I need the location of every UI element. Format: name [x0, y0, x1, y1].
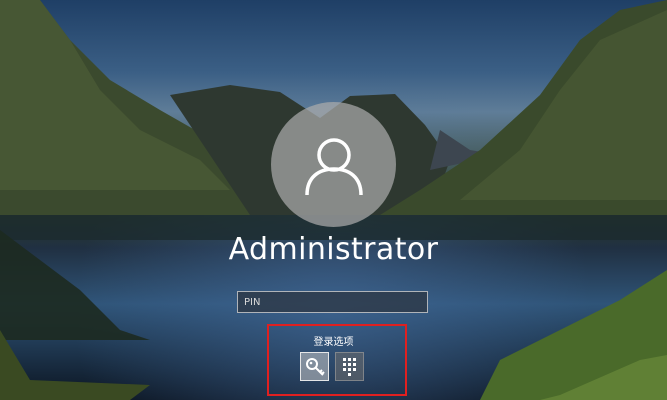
pin-option-button[interactable]	[335, 352, 364, 381]
pin-keypad-icon	[343, 357, 356, 376]
user-icon	[304, 137, 363, 195]
username-label: Administrator	[228, 232, 439, 267]
user-avatar	[271, 102, 396, 227]
sign-in-options-link[interactable]: 登录选项	[0, 333, 667, 348]
pin-input[interactable]	[237, 291, 428, 313]
security-key-option-button[interactable]	[300, 352, 329, 381]
key-icon	[305, 357, 325, 376]
